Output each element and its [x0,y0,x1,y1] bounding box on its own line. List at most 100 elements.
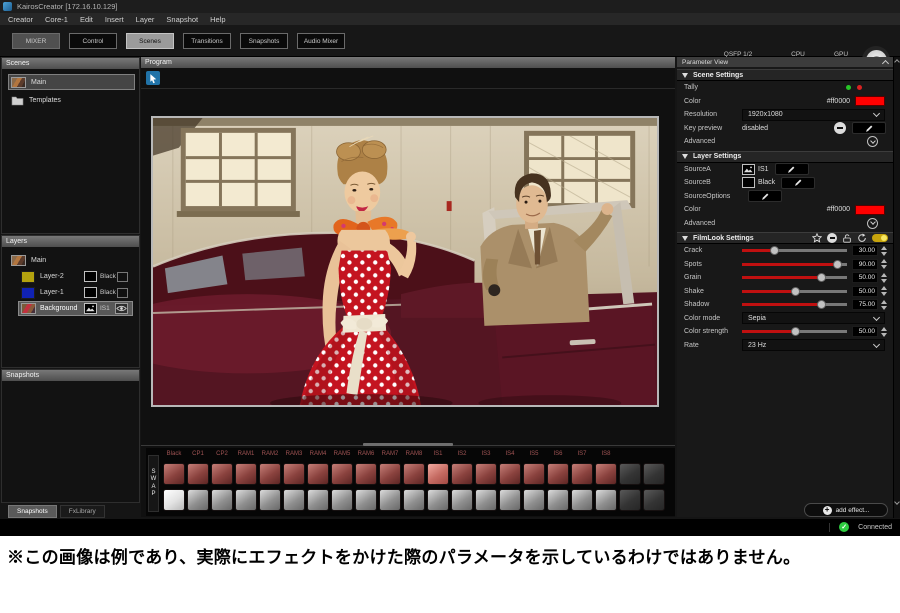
slider-shadow[interactable] [742,303,847,306]
value-spinner[interactable] [881,259,887,269]
swatch-button[interactable] [355,489,377,511]
spinner-down-icon[interactable] [881,279,887,283]
layer-checkbox[interactable] [117,288,128,298]
swatch-button[interactable] [475,463,497,485]
expand-circle-icon[interactable] [867,136,878,147]
slider-handle[interactable] [817,300,826,309]
reset-icon[interactable] [857,233,867,243]
swatch-button[interactable] [499,489,521,511]
spinner-down-icon[interactable] [881,265,887,269]
swap-button[interactable]: SWAP [148,455,159,512]
swatch-button[interactable] [499,463,521,485]
title-bar[interactable]: KairosCreator [172.16.10.129] [0,0,900,13]
effect-enable-toggle[interactable] [872,234,888,242]
swatch-button[interactable] [235,463,257,485]
select-tool-button[interactable] [146,71,160,85]
swatch-button[interactable] [331,489,353,511]
eye-icon[interactable] [115,303,128,314]
slider-handle[interactable] [817,273,826,282]
swatch-button[interactable] [307,489,329,511]
slider-value[interactable]: 50.00 [852,286,878,297]
slider-value[interactable]: 30.00 [852,245,878,256]
tab-control[interactable]: Control [69,33,117,49]
swatch-button[interactable] [187,463,209,485]
menu-item-help[interactable]: Help [204,15,231,24]
tab-audio-mixer[interactable]: Audio Mixer [297,33,345,49]
swatch-button[interactable] [427,489,449,511]
slider-value[interactable]: 90.00 [852,259,878,270]
menu-item-creator[interactable]: Creator [2,15,39,24]
swatch-button[interactable] [307,463,329,485]
swatch-button[interactable] [571,463,593,485]
layers-root-item[interactable]: Main [8,252,135,268]
slider-color-strength[interactable] [742,330,847,333]
swatch-button[interactable] [403,463,425,485]
unlock-icon[interactable] [842,233,852,243]
slider-value[interactable]: 75.00 [852,299,878,310]
slider-value[interactable]: 50.00 [852,326,878,337]
spinner-up-icon[interactable] [881,273,887,277]
tab-snapshots[interactable]: Snapshots [240,33,288,49]
layer-row-layer-2[interactable]: Layer-2 Black [18,269,133,284]
swatch-button[interactable] [643,463,665,485]
value-spinner[interactable] [881,273,887,283]
swatch-button[interactable] [595,463,617,485]
swatch-button[interactable] [643,489,665,511]
scroll-up-icon[interactable] [894,59,900,65]
swatch-button[interactable] [163,463,185,485]
swatch-button[interactable] [523,463,545,485]
swatch-button[interactable] [331,463,353,485]
spinner-down-icon[interactable] [881,333,887,337]
scroll-down-icon[interactable] [894,499,900,505]
swatch-button[interactable] [379,463,401,485]
menu-item-edit[interactable]: Edit [74,15,99,24]
color-swatch[interactable] [855,96,885,106]
slider-handle[interactable] [770,246,779,255]
edit-pen-button[interactable] [852,122,886,134]
add-effect-button[interactable]: + add effect... [804,503,888,517]
menu-item-layer[interactable]: Layer [130,15,161,24]
spinner-up-icon[interactable] [881,327,887,331]
swatch-button[interactable] [451,463,473,485]
panel-divider-handle[interactable] [363,443,453,446]
swatch-button[interactable] [403,489,425,511]
slider-shake[interactable] [742,290,847,293]
swatch-button[interactable] [259,489,281,511]
slider-value[interactable]: 50.00 [852,272,878,283]
expand-circle-icon[interactable] [867,218,878,229]
swatch-button[interactable] [571,489,593,511]
favorite-star-icon[interactable] [812,233,822,243]
resolution-dropdown[interactable]: 1920x1080 [742,109,885,121]
tab-scenes[interactable]: Scenes [126,33,174,49]
right-scrollbar[interactable] [893,57,900,518]
spinner-up-icon[interactable] [881,259,887,263]
layer-row-layer-1[interactable]: Layer-1 Black [18,285,133,300]
color-swatch[interactable] [855,205,885,215]
tab-mixer[interactable]: MIXER [12,33,60,49]
dropdown-rate[interactable]: 23 Hz [742,339,885,351]
layer-row-background[interactable]: Background IS1 [18,301,133,316]
slider-grain[interactable] [742,276,847,279]
tab-snapshots[interactable]: Snapshots [8,505,57,518]
tab-transitions[interactable]: Transitions [183,33,231,49]
spinner-down-icon[interactable] [881,306,887,310]
remove-effect-icon[interactable] [827,233,837,243]
value-spinner[interactable] [881,300,887,310]
menu-item-core-1[interactable]: Core-1 [39,15,74,24]
value-spinner[interactable] [881,246,887,256]
collapse-up-icon[interactable] [882,59,889,66]
filmlook-settings-header[interactable]: FilmLook Settings [677,232,893,244]
slider-handle[interactable] [791,287,800,296]
swatch-button[interactable] [211,489,233,511]
swatch-button[interactable] [259,463,281,485]
swatch-button[interactable] [283,463,305,485]
swatch-button[interactable] [187,489,209,511]
swatch-button[interactable] [211,463,233,485]
slider-crack[interactable] [742,249,847,252]
swatch-button[interactable] [547,463,569,485]
edit-pen-button[interactable] [775,163,809,175]
swatch-button[interactable] [595,489,617,511]
layer-checkbox[interactable] [117,272,128,282]
edit-pen-button[interactable] [748,190,782,202]
slider-spots[interactable] [742,263,847,266]
